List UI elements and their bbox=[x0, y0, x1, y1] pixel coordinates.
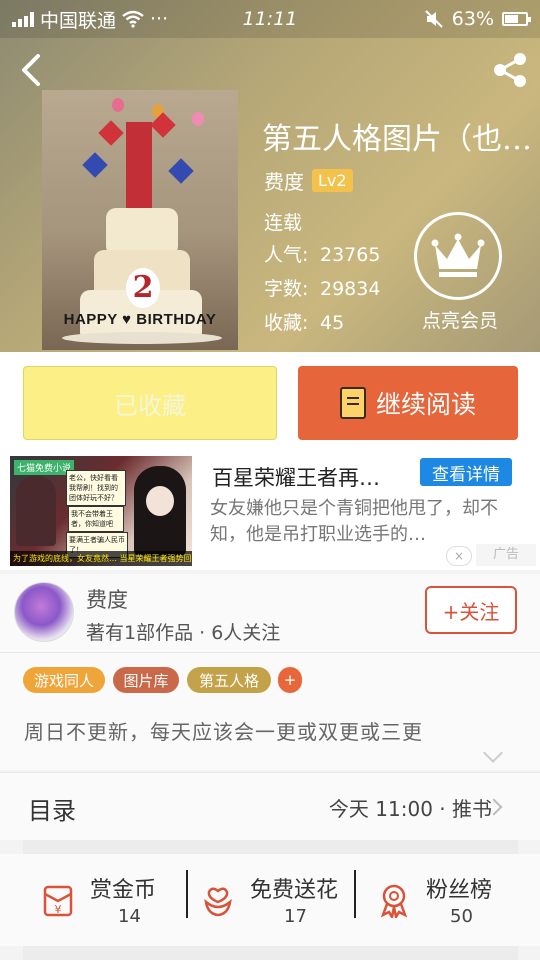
continue-reading-button[interactable]: 继续阅读 bbox=[298, 366, 518, 440]
red-envelope-icon: ¥ bbox=[43, 885, 73, 917]
author-card[interactable]: 费度 著有1部作品 · 6人关注 +关注 bbox=[0, 574, 540, 652]
battery-percent: 63% bbox=[451, 8, 494, 30]
ad-description: 女友嫌他只是个青铜把他甩了，却不知，他是吊打职业选手的… bbox=[210, 498, 498, 545]
favorited-button[interactable]: 已收藏 bbox=[23, 366, 277, 440]
status-bar: 中国联通 ··· 11:11 63% bbox=[0, 0, 540, 38]
vip-label[interactable]: 点亮会员 bbox=[410, 306, 510, 333]
battery-icon bbox=[502, 12, 531, 26]
flower-icon bbox=[204, 887, 232, 917]
popularity-stat: 人气: 23765 bbox=[264, 244, 381, 266]
mute-icon bbox=[425, 10, 443, 28]
fan-ranking-label: 粉丝榜 bbox=[426, 878, 493, 903]
book-header: 中国联通 ··· 11:11 63% 2 HAPPY ♥ BIRTHDAY 第五… bbox=[0, 0, 540, 352]
continue-reading-label: 继续阅读 bbox=[375, 390, 476, 419]
vip-button[interactable] bbox=[414, 212, 502, 300]
reward-coins-label: 赏金币 bbox=[90, 878, 157, 903]
level-badge: Lv2 bbox=[312, 169, 353, 192]
action-bar: 已收藏 继续阅读 bbox=[0, 352, 540, 452]
tag-item[interactable]: 图片库 bbox=[113, 667, 179, 693]
book-cover[interactable]: 2 HAPPY ♥ BIRTHDAY bbox=[42, 90, 238, 350]
cover-text: HAPPY ♥ BIRTHDAY bbox=[63, 311, 217, 328]
book-title: 第五人格图片（也… bbox=[262, 122, 532, 157]
author-name[interactable]: 费度 bbox=[86, 584, 128, 614]
tag-list: 游戏同人 图片库 第五人格 + bbox=[0, 652, 540, 696]
ad-bubble: 老公，快好看看我帮刷！找到的团体好玩不好？ bbox=[66, 470, 126, 506]
word-count-stat: 字数: 29834 bbox=[264, 278, 381, 300]
book-description[interactable]: 周日不更新，每天应该会一更或双更或三更 bbox=[0, 696, 540, 770]
ad-image-caption: 为了游戏的底线，女友竟然… 当星荣耀王者强势回归，分分钟带你上王者 bbox=[10, 551, 192, 566]
ad-image-tag: 七猫免费小说 bbox=[14, 460, 75, 475]
reward-coins-value: 14 bbox=[118, 906, 141, 927]
fan-ranking-value: 50 bbox=[450, 906, 473, 927]
ad-label: 广告 bbox=[476, 544, 536, 566]
reward-stats: ¥ 赏金币 14 免费送花 17 粉丝榜 50 bbox=[0, 854, 540, 946]
fan-ranking-stat[interactable]: 粉丝榜 50 bbox=[356, 868, 526, 932]
author-stats: 著有1部作品 · 6人关注 bbox=[86, 622, 281, 644]
crown-icon bbox=[431, 233, 485, 277]
toc-label: 目录 bbox=[28, 797, 76, 825]
free-flower-label: 免费送花 bbox=[250, 878, 339, 903]
author-avatar[interactable] bbox=[14, 582, 74, 642]
cover-number: 2 bbox=[126, 268, 160, 308]
ad-close-button[interactable]: × bbox=[446, 546, 472, 566]
favorites-stat: 收藏: 45 bbox=[264, 312, 345, 334]
ad-bubble: 我不会带着王者，你知道吧 bbox=[68, 506, 124, 532]
ad-title[interactable]: 百星荣耀王者再… bbox=[212, 462, 412, 492]
free-flower-stat[interactable]: 免费送花 17 bbox=[180, 868, 350, 932]
ad-image[interactable]: 七猫免费小说 老公，快好看看我帮刷！找到的团体好玩不好？ 我不会带着王者，你知道… bbox=[10, 456, 192, 566]
reward-coins-stat[interactable]: ¥ 赏金币 14 bbox=[20, 868, 190, 932]
chevron-down-icon[interactable] bbox=[483, 743, 503, 763]
free-flower-value: 17 bbox=[284, 906, 307, 927]
svg-text:¥: ¥ bbox=[55, 903, 62, 916]
description-text: 周日不更新，每天应该会一更或双更或三更 bbox=[24, 720, 423, 744]
book-icon bbox=[339, 387, 366, 419]
ad-details-button[interactable]: 查看详情 bbox=[420, 458, 512, 486]
serial-status: 连载 bbox=[264, 212, 303, 234]
toc-update-info: 今天 11:00 · 推书 bbox=[328, 797, 492, 821]
share-icon[interactable] bbox=[490, 50, 530, 90]
tag-item[interactable]: 第五人格 bbox=[187, 667, 271, 693]
medal-icon bbox=[380, 884, 408, 918]
follow-button[interactable]: +关注 bbox=[425, 586, 517, 634]
table-of-contents-row[interactable]: 目录 今天 11:00 · 推书 bbox=[0, 772, 540, 840]
book-author[interactable]: 费度 bbox=[264, 166, 304, 195]
section-divider bbox=[23, 840, 518, 854]
tag-item[interactable]: 游戏同人 bbox=[23, 667, 105, 693]
section-divider bbox=[23, 946, 518, 960]
back-arrow-icon[interactable] bbox=[14, 52, 50, 88]
add-tag-button[interactable]: + bbox=[278, 667, 302, 693]
